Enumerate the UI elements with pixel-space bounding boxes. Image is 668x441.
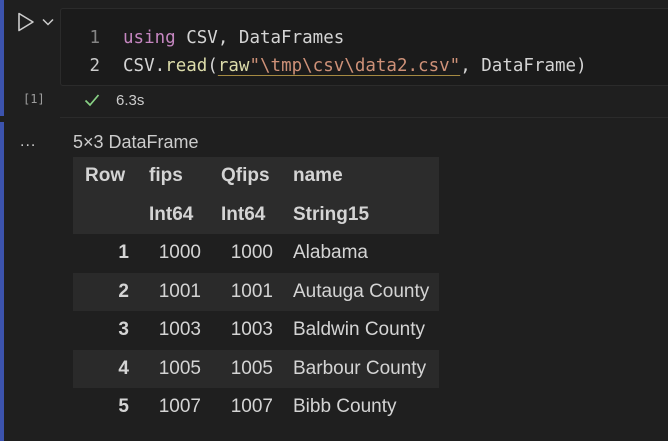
- row-index: 2: [118, 280, 129, 302]
- code-token: CSV.: [123, 56, 166, 76]
- column-header-row: Row: [85, 165, 126, 187]
- cell-fips: 1007: [158, 396, 201, 418]
- code-line-1: 1 using CSV, DataFrames: [61, 24, 344, 52]
- cell-divider: [60, 117, 668, 118]
- column-type: [73, 196, 139, 235]
- run-cell-button[interactable]: [14, 10, 38, 34]
- column-type: Int64: [149, 203, 194, 225]
- cell-qfips: 1003: [230, 319, 273, 341]
- check-icon: [84, 94, 100, 107]
- cell-qfips: 1001: [230, 280, 273, 302]
- column-type: Int64: [221, 203, 266, 225]
- code-token: read: [165, 56, 208, 76]
- cell-qfips: 1005: [230, 357, 273, 379]
- table-row: 4 1005 1005 Barbour County: [73, 349, 440, 388]
- output-actions-button[interactable]: ...: [20, 133, 36, 151]
- execution-count: [1]: [23, 92, 45, 106]
- cell-name: Bibb County: [293, 396, 397, 418]
- cell-qfips: 1000: [230, 242, 273, 264]
- table-type-row: Int64 Int64 String15: [73, 195, 440, 235]
- cell-fips: 1003: [158, 319, 201, 341]
- code-token: (: [207, 56, 218, 76]
- play-icon: [18, 12, 34, 32]
- cell-name: Alabama: [293, 242, 368, 264]
- output-focus-bar: [0, 122, 4, 441]
- line-number: 1: [89, 28, 100, 48]
- cell-fips: 1005: [158, 357, 201, 379]
- code-token: raw: [217, 56, 250, 76]
- column-header-fips: fips: [149, 165, 183, 187]
- table-row: 1 1000 1000 Alabama: [73, 234, 440, 273]
- row-index: 5: [118, 396, 129, 418]
- line-number: 2: [89, 56, 100, 76]
- code-token: "\tmp\csv\data2.csv": [249, 56, 461, 76]
- row-index: 4: [118, 357, 129, 379]
- row-index: 3: [118, 319, 129, 341]
- notebook-page: 1 using CSV, DataFrames 2 CSV.read(raw"\tm…: [0, 0, 668, 441]
- cell-name: Autauga County: [293, 280, 430, 302]
- code-editor[interactable]: 1 using CSV, DataFrames 2 CSV.read(raw"\tm…: [60, 8, 668, 86]
- table-row: 3 1003 1003 Baldwin County: [73, 311, 440, 350]
- code-token: , DataFrame): [460, 56, 587, 76]
- dataframe-table: Row fips Qfips name Int64 Int64 String15…: [73, 157, 440, 427]
- cell-fips: 1001: [158, 280, 201, 302]
- execution-time: 6.3s: [116, 91, 145, 109]
- code-token: CSV, DataFrames: [175, 28, 345, 48]
- column-header-qfips: Qfips: [221, 165, 270, 187]
- cell-fips: 1000: [158, 242, 201, 264]
- cell-name: Baldwin County: [293, 319, 426, 341]
- table-header-row: Row fips Qfips name: [73, 157, 440, 196]
- row-index: 1: [118, 242, 129, 264]
- code-token: using: [123, 28, 176, 48]
- run-options-button[interactable]: [40, 14, 56, 30]
- column-type: String15: [293, 203, 370, 225]
- cell-qfips: 1007: [230, 396, 273, 418]
- table-row: 2 1001 1001 Autauga County: [73, 272, 440, 311]
- code-line-2: 2 CSV.read(raw"\tmp\csv\data2.csv", DataF…: [61, 52, 587, 80]
- dataframe-summary: 5×3 DataFrame: [73, 132, 199, 152]
- table-row: 5 1007 1007 Bibb County: [73, 388, 440, 427]
- chevron-down-icon: [42, 18, 54, 26]
- cell-focus-bar: [0, 0, 4, 116]
- execution-status: 6.3s: [84, 90, 144, 110]
- column-header-name: name: [293, 165, 343, 187]
- cell-name: Barbour County: [293, 357, 427, 379]
